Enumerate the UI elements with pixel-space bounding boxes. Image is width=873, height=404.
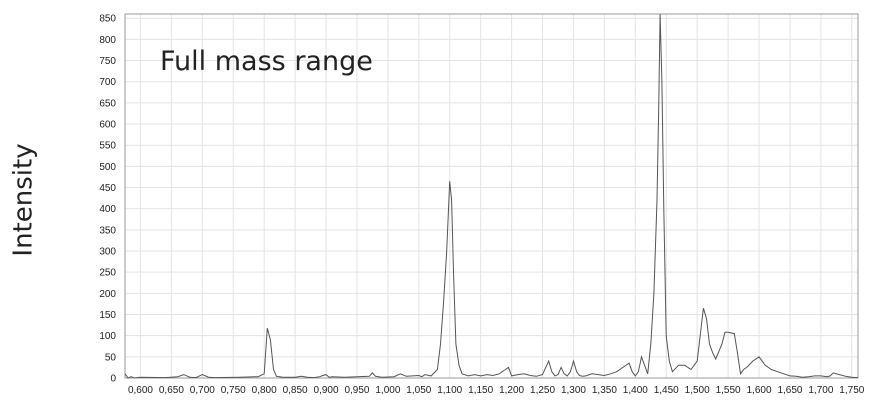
y-tick-label: 500: [99, 162, 116, 173]
x-tick-label: 0,950: [344, 385, 369, 396]
x-tick-label: 1,650: [777, 385, 802, 396]
y-tick-label: 450: [99, 183, 116, 194]
y-tick-label: 50: [105, 352, 117, 363]
x-tick-label: 1,750: [839, 385, 864, 396]
y-tick-label: 700: [99, 77, 116, 88]
y-tick-label: 850: [99, 14, 116, 25]
x-tick-label: 1,000: [375, 385, 400, 396]
y-tick-label: 300: [99, 247, 116, 258]
x-tick-label: 1,250: [530, 385, 555, 396]
y-tick-label: 350: [99, 225, 116, 236]
x-tick-label: 1,100: [437, 385, 462, 396]
y-tick-label: 550: [99, 141, 116, 152]
x-tick-label: 0,850: [283, 385, 308, 396]
y-tick-label: 100: [99, 331, 116, 342]
x-tick-label: 1,300: [561, 385, 586, 396]
y-tick-label: 150: [99, 310, 116, 321]
x-tick-label: 1,600: [747, 385, 772, 396]
x-tick-label: 0,600: [128, 385, 153, 396]
x-tick-label: 1,500: [685, 385, 710, 396]
y-tick-labels: 0 50 100 150 200 250 300 350 400 450 500 550 600 650 7…: [99, 14, 116, 385]
x-tick-label: 1,700: [808, 385, 833, 396]
chart-annotation: Full mass range: [160, 46, 373, 77]
y-tick-label: 750: [99, 56, 116, 67]
x-tick-label: 1,450: [654, 385, 679, 396]
y-tick-label: 400: [99, 204, 116, 215]
y-tick-label: 0: [110, 374, 116, 385]
x-tick-label: 0,700: [190, 385, 215, 396]
x-tick-label: 1,350: [592, 385, 617, 396]
x-tick-label: 0,750: [221, 385, 246, 396]
y-tick-label: 800: [99, 35, 116, 46]
x-tick-label: 1,150: [468, 385, 493, 396]
x-tick-label: 1,050: [406, 385, 431, 396]
x-tick-label: 0,650: [159, 385, 184, 396]
chart: 0 50 100 150 200 250 300 350 400 450 500 550 600 650 7…: [99, 13, 865, 396]
y-tick-label: 250: [99, 268, 116, 279]
x-tick-label: 1,550: [716, 385, 741, 396]
x-tick-labels: 0,600 0,650 0,700 0,750 0,800 0,850 0,900 0,950…: [128, 385, 865, 396]
y-tick-label: 650: [99, 98, 116, 109]
x-tick-label: 1,200: [499, 385, 524, 396]
x-tick-label: 0,800: [252, 385, 277, 396]
y-tick-label: 200: [99, 289, 116, 300]
y-tick-label: 600: [99, 120, 116, 131]
x-tick-label: 1,400: [623, 385, 648, 396]
x-tick-label: 0,900: [314, 385, 339, 396]
